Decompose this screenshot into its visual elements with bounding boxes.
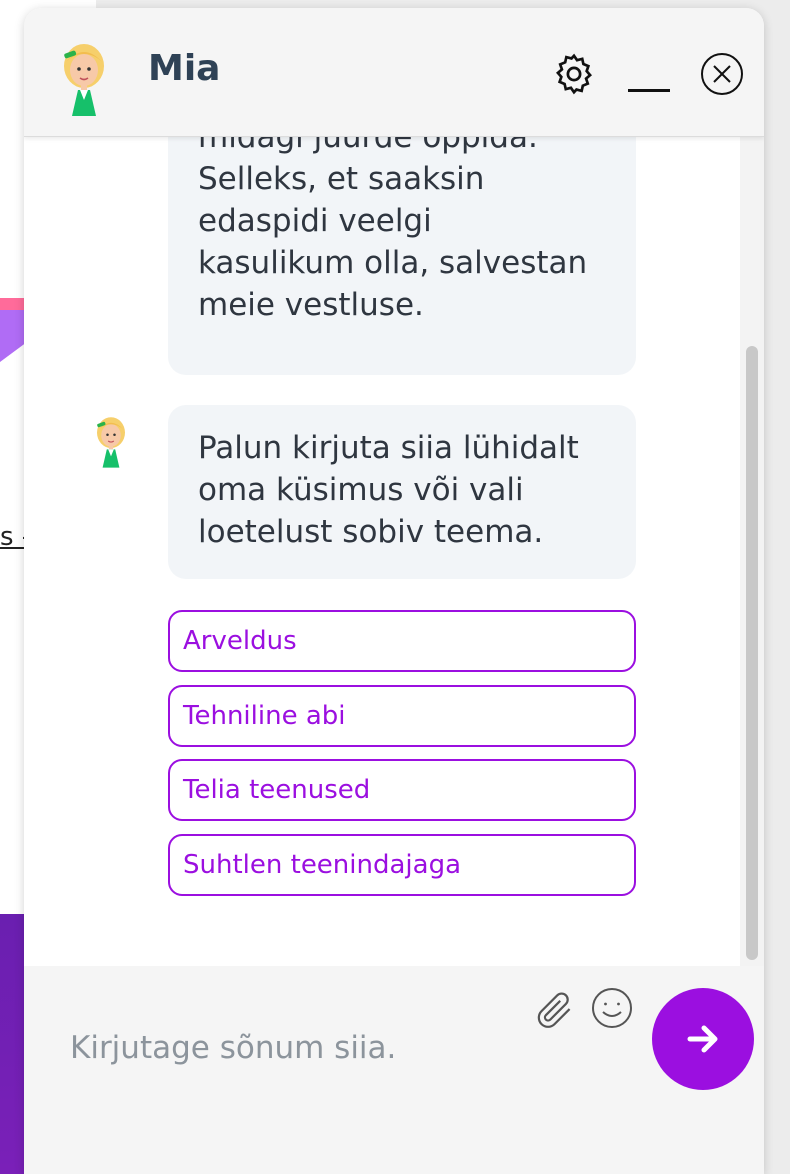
settings-button[interactable] (548, 48, 600, 100)
send-button[interactable] (652, 988, 754, 1090)
minimize-button[interactable] (622, 48, 676, 100)
option-arveldus[interactable]: Arveldus (168, 610, 636, 672)
close-button[interactable] (698, 50, 746, 98)
chat-widget: Mia midagi juurde õppida. Selleks, et sa… (24, 8, 764, 1174)
minimize-icon (628, 89, 670, 92)
message-composer (24, 966, 764, 1174)
agent-message-bubble: midagi juurde õppida. Selleks, et saaksi… (168, 136, 636, 375)
message-text: Palun kirjuta siia lühidalt oma küsimus … (198, 427, 579, 553)
message-line: edaspidi veelgi (198, 203, 432, 239)
message-line: loetelust sobiv teema. (198, 514, 544, 550)
scrollbar-thumb[interactable] (746, 346, 758, 960)
message-line: oma küsimus või vali (198, 472, 524, 508)
message-line: kasulikum olla, salvestan (198, 245, 588, 281)
option-tehniline-abi[interactable]: Tehniline abi (168, 685, 636, 747)
message-list[interactable]: midagi juurde õppida. Selleks, et saaksi… (24, 136, 764, 966)
message-input[interactable] (68, 1022, 512, 1074)
paperclip-icon (537, 992, 571, 1028)
message-line: Selleks, et saaksin (198, 161, 485, 197)
agent-message-bubble: Palun kirjuta siia lühidalt oma küsimus … (168, 405, 636, 579)
emoji-button[interactable] (588, 984, 636, 1032)
smiley-icon (592, 988, 632, 1028)
close-circle-icon (701, 53, 743, 95)
gear-icon (556, 53, 592, 95)
message-line: meie vestluse. (198, 287, 424, 323)
option-suhtlen-teenindajaga[interactable]: Suhtlen teenindajaga (168, 834, 636, 896)
arrow-right-icon (687, 1025, 718, 1053)
agent-avatar (54, 40, 114, 116)
message-line: midagi juurde õppida. (198, 136, 538, 155)
chat-header: Mia (24, 8, 764, 137)
attach-button[interactable] (528, 984, 580, 1036)
message-text: midagi juurde õppida. Selleks, et saaksi… (198, 136, 587, 326)
message-line: Palun kirjuta siia lühidalt (198, 430, 579, 466)
agent-message-avatar (90, 414, 132, 468)
option-telia-teenused[interactable]: Telia teenused (168, 759, 636, 821)
agent-name: Mia (148, 48, 221, 89)
